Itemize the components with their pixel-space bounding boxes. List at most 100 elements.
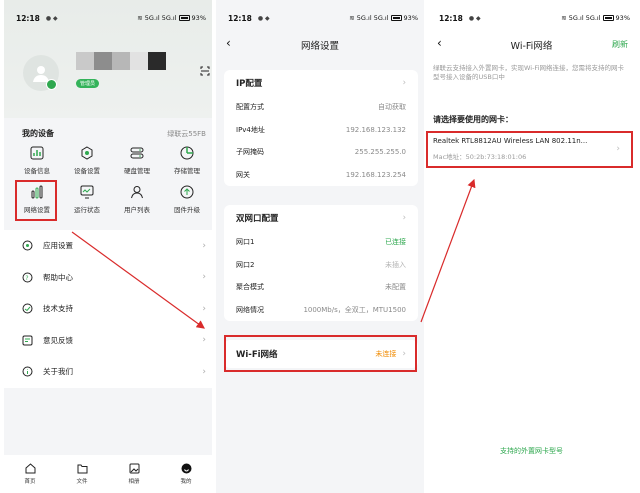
grid-user-list[interactable]: 用户列表: [112, 185, 162, 215]
battery-icon: [602, 15, 614, 21]
app-settings-icon: [22, 240, 33, 251]
highlight-network-settings: [15, 180, 57, 221]
nav-bar: ‹ Wi-Fi网络 刷新: [427, 32, 636, 58]
bottom-tab-bar: 首页 文件 相册 我的: [4, 455, 212, 493]
dual-port-header[interactable]: 双网口配置 ›: [224, 205, 418, 231]
menu-about-us[interactable]: 关于我们 ›: [4, 356, 212, 388]
settings-menu: 应用设置 › ? 帮助中心 › 技术支持 › 意见反馈 › 关于我们 ›: [4, 230, 212, 388]
supported-adapters-link[interactable]: 支持的外置网卡型号: [427, 446, 636, 456]
status-bar: 12:18 ● ◆ ≋ 5G.ıl 5G.ıl 93%: [16, 11, 206, 25]
photo-icon: [129, 463, 139, 474]
highlight-wifi-row: [224, 335, 417, 372]
tab-label: 首页: [24, 479, 36, 485]
page-title: 网络设置: [300, 41, 339, 52]
choose-adapter-title: 请选择要使用的网卡：: [433, 115, 513, 124]
grid-label: 硬盘管理: [124, 167, 150, 175]
network-status-row: 网络情况 1000Mb/s，全双工，MTU1500: [236, 305, 406, 314]
scan-icon[interactable]: [200, 66, 210, 76]
upgrade-icon: [180, 185, 194, 199]
profile-filled-icon: [181, 463, 191, 474]
grid-disk-management[interactable]: 硬盘管理: [112, 146, 162, 176]
tab-album[interactable]: 相册: [108, 455, 160, 493]
grid-label: 用户列表: [124, 206, 150, 214]
battery-level: 93%: [403, 14, 418, 22]
home-icon: [25, 463, 35, 474]
ip-config-header[interactable]: IP配置 ›: [224, 70, 418, 96]
back-arrow-icon[interactable]: ‹: [437, 36, 442, 50]
help-icon: ?: [22, 272, 33, 283]
grid-firmware-upgrade[interactable]: 固件升级: [162, 185, 212, 215]
notification-icons: ● ◆: [257, 14, 270, 22]
port1-row: 网口1 已连接: [236, 238, 406, 247]
menu-label: 应用设置: [43, 241, 73, 251]
feedback-icon: [22, 335, 33, 346]
ip-row-gateway: 网关 192.168.123.254: [236, 170, 406, 179]
menu-label: 技术支持: [43, 304, 73, 314]
nav-bar: ‹ 网络设置: [216, 32, 424, 58]
signal-icon: ≋ 5G.ıl 5G.ıl: [349, 14, 389, 22]
notification-icons: ● ◆: [468, 14, 481, 22]
ip-row-method: 配置方式 自动获取: [236, 103, 406, 112]
status-bar: 12:18 ● ◆ ≋ 5G.ıl 5G.ıl 93%: [439, 11, 630, 25]
menu-feedback[interactable]: 意见反馈 ›: [4, 325, 212, 357]
screen-wifi: 12:18 ● ◆ ≋ 5G.ıl 5G.ıl 93% ‹ Wi-Fi网络 刷新…: [427, 0, 636, 493]
refresh-button[interactable]: 刷新: [612, 39, 628, 50]
support-icon: [22, 303, 33, 314]
back-arrow-icon[interactable]: ‹: [226, 36, 231, 50]
menu-app-settings[interactable]: 应用设置 ›: [4, 230, 212, 262]
grid-storage-management[interactable]: 存储管理: [162, 146, 212, 176]
gear-hex-icon: [81, 146, 93, 160]
grid-label: 运行状态: [74, 206, 100, 214]
menu-help-center[interactable]: ? 帮助中心 ›: [4, 262, 212, 294]
menu-label: 关于我们: [43, 367, 73, 377]
wifi-intro-text: 绿联云支持接入外置网卡，实现Wi-Fi网络连接，您需将支持的网卡型号接入设备的U…: [433, 64, 625, 82]
disk-icon: [130, 147, 144, 159]
page-title: Wi-Fi网络: [510, 41, 553, 52]
menu-tech-support[interactable]: 技术支持 ›: [4, 293, 212, 325]
chevron-right-icon: ›: [202, 335, 206, 346]
status-right: ≋ 5G.ıl 5G.ıl 93%: [137, 14, 206, 22]
port2-row: 网口2 未插入: [236, 260, 406, 269]
status-time: 12:18: [439, 13, 463, 23]
status-bar: 12:18 ● ◆ ≋ 5G.ıl 5G.ıl 93%: [228, 11, 418, 25]
dual-port-card: 双网口配置 › 网口1 已连接 网口2 未插入 聚合模式 未配置 网络情况 1000Mb…: [224, 205, 418, 321]
tab-files[interactable]: 文件: [56, 455, 108, 493]
user-icon: [131, 186, 143, 199]
section-title-my-devices: 我的设备: [22, 129, 54, 138]
ip-config-card: IP配置 › 配置方式 自动获取 IPv4地址 192.168.123.132 子网…: [224, 70, 418, 186]
pie-icon: [180, 146, 194, 160]
edit-avatar-icon[interactable]: [46, 79, 57, 90]
status-time: 12:18: [16, 13, 40, 23]
chevron-right-icon: ›: [202, 366, 206, 377]
svg-text:?: ?: [25, 275, 28, 282]
tab-home[interactable]: 首页: [4, 455, 56, 493]
grid-label: 固件升级: [174, 206, 200, 214]
folder-icon: [77, 464, 87, 474]
grid-label: 存储管理: [174, 167, 200, 175]
status-right: ≋ 5G.ıl 5G.ıl 93%: [349, 14, 418, 22]
battery-level: 93%: [615, 14, 630, 22]
signal-icon: ≋ 5G.ıl 5G.ıl: [561, 14, 601, 22]
highlight-adapter: [426, 131, 633, 168]
grid-device-info[interactable]: 设备信息: [12, 146, 62, 176]
grid-label: 设备信息: [24, 167, 50, 175]
signal-icon: ≋ 5G.ıl 5G.ıl: [137, 14, 177, 22]
battery-icon: [178, 15, 190, 21]
bar-chart-icon: [30, 146, 44, 160]
chevron-right-icon: ›: [402, 78, 406, 88]
grid-running-status[interactable]: 运行状态: [62, 185, 112, 215]
screen-home: 12:18 ● ◆ ≋ 5G.ıl 5G.ıl 93% 管理员 我的设备 绿联云…: [4, 0, 212, 493]
ip-row-ipv4: IPv4地址 192.168.123.132: [236, 125, 406, 134]
ip-row-subnet: 子网掩码 255.255.255.0: [236, 148, 406, 157]
status-right: ≋ 5G.ıl 5G.ıl 93%: [561, 14, 630, 22]
tab-label: 文件: [76, 479, 88, 485]
grid-device-settings[interactable]: 设备设置: [62, 146, 112, 176]
chevron-right-icon: ›: [202, 240, 206, 251]
notification-icons: ● ◆: [45, 14, 58, 22]
monitor-icon: [80, 185, 94, 199]
chevron-right-icon: ›: [202, 303, 206, 314]
tab-label: 我的: [180, 479, 192, 485]
tab-label: 相册: [128, 479, 140, 485]
menu-label: 帮助中心: [43, 272, 73, 282]
tab-mine[interactable]: 我的: [160, 455, 212, 493]
